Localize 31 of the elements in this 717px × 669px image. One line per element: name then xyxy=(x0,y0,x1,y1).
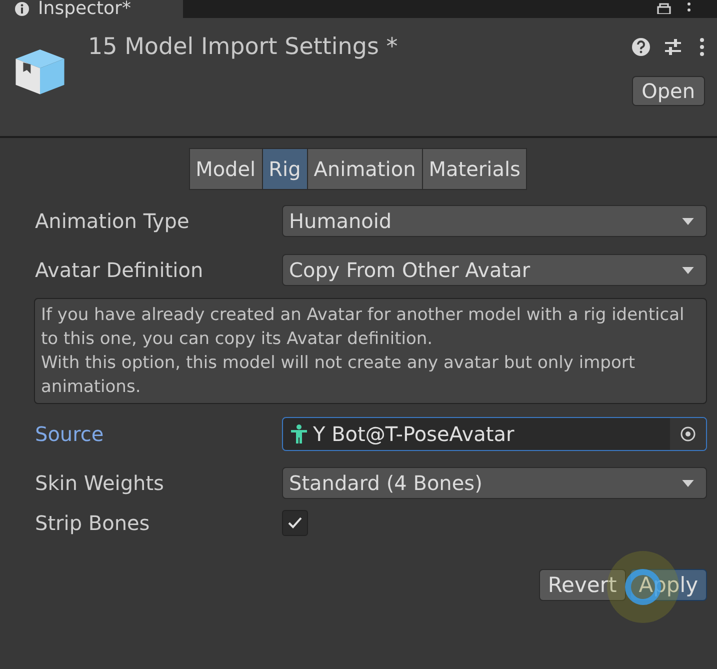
tab[interactable]: Animation xyxy=(306,148,423,190)
field-label: Strip Bones xyxy=(35,511,151,535)
object-field[interactable]: Y Bot@T-PoseAvatar xyxy=(282,417,707,451)
dropdown[interactable]: Humanoid xyxy=(282,205,707,237)
caret-icon xyxy=(682,480,694,486)
dropdown[interactable]: Copy From Other Avatar xyxy=(282,254,707,286)
dropdown[interactable]: Standard (4 Bones) xyxy=(282,467,707,499)
field-label: Animation Type xyxy=(35,209,190,233)
humanoid-icon xyxy=(289,424,309,444)
checkbox[interactable] xyxy=(282,510,308,536)
tab[interactable]: Materials xyxy=(422,148,528,190)
info-icon xyxy=(14,1,30,17)
field-label: Skin Weights xyxy=(35,471,165,495)
lock-icon[interactable] xyxy=(655,2,673,14)
tab[interactable]: Rig xyxy=(262,148,308,190)
tab[interactable]: Model xyxy=(188,148,263,190)
window-tab[interactable]: Inspector* xyxy=(0,0,183,18)
field-label: Avatar Definition xyxy=(35,258,204,282)
caret-icon xyxy=(682,218,694,224)
revert-button[interactable]: Revert xyxy=(538,569,626,601)
more-icon[interactable] xyxy=(687,2,691,14)
help-text: If you have already created an Avatar for another model with a rig identical to this one, you can copy its Avatar definition. With this option, this model will not create any avatar but only import animations. xyxy=(41,304,686,399)
asset-title: 15 Model Import Settings * xyxy=(88,34,399,60)
object-picker-icon[interactable] xyxy=(680,426,696,442)
help-icon[interactable] xyxy=(631,37,651,57)
settings-icon[interactable] xyxy=(663,37,683,57)
field-label: Source xyxy=(35,422,105,446)
more-icon[interactable] xyxy=(699,37,705,57)
open-button[interactable]: Open xyxy=(632,76,705,106)
caret-icon xyxy=(682,266,694,274)
checkmark-icon xyxy=(288,517,302,529)
